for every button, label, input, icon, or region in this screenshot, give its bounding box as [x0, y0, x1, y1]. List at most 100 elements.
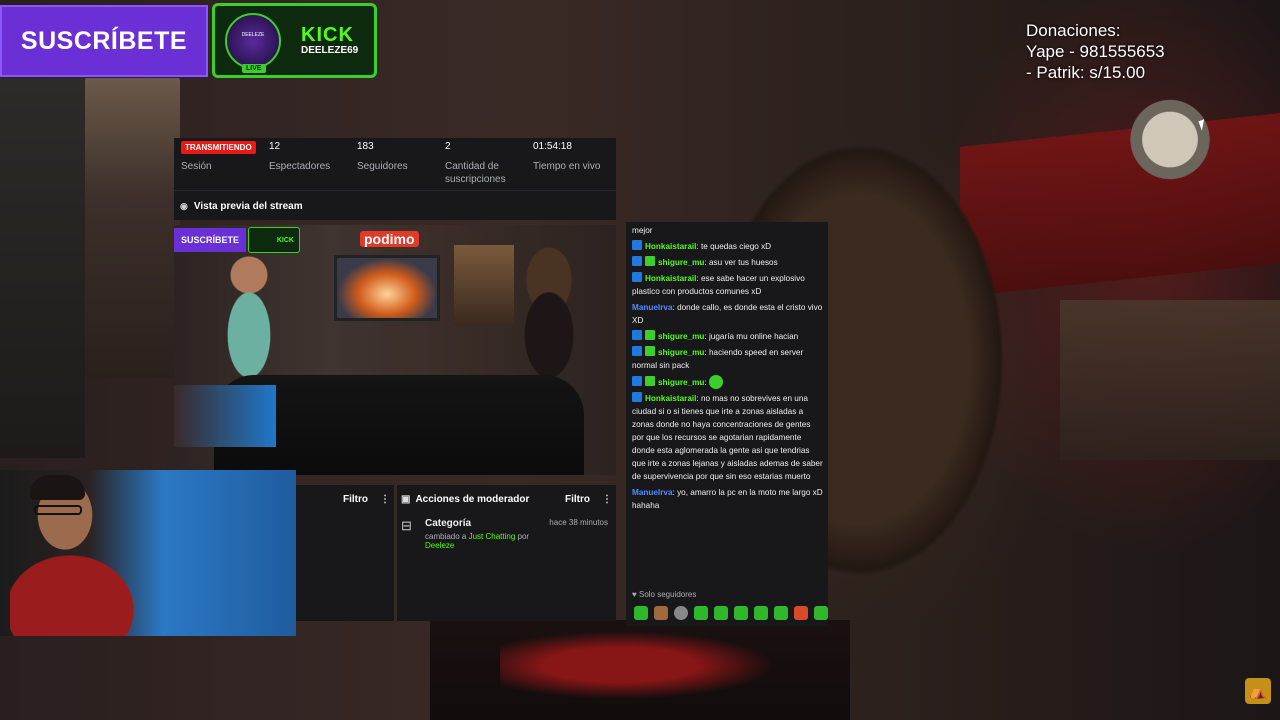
streamer-glasses	[34, 505, 82, 515]
stat-subscriptions: 2 Cantidad de suscripciones	[438, 138, 526, 190]
stat-live-time: 01:54:18 Tiempo en vivo	[526, 138, 614, 190]
chat-message: shigure_mu: jugaría mu online hacian	[632, 330, 824, 343]
chat-username[interactable]: shigure_mu	[658, 258, 704, 267]
chat-message: shigure_mu: haciendo speed en server nor…	[632, 346, 824, 372]
more-options-icon[interactable]: ⋮	[376, 494, 394, 505]
kick-badge-icon	[632, 256, 642, 266]
live-status-badge: TRANSMITIENDO	[181, 141, 256, 154]
preview-kick-badge: KICK	[248, 227, 300, 253]
emote-icon[interactable]	[774, 606, 788, 620]
kick-badge-icon	[632, 376, 642, 386]
chat-panel: mejor Honkaistarail: te quedas ciego xD sh…	[626, 222, 828, 626]
emote-icon[interactable]	[634, 606, 648, 620]
background-wall	[0, 78, 85, 458]
background-shelf	[1060, 300, 1280, 460]
donations-line: - Patrik: s/15.00	[1026, 63, 1146, 82]
mod-event-row: ⊟ Categoría cambiado a Just Chatting por…	[397, 513, 616, 555]
emote-icon[interactable]	[814, 606, 828, 620]
followers-only-notice: ♥ Solo seguidores	[632, 590, 696, 599]
chat-message: Honkaistarail: no mas no sobrevives en u…	[632, 392, 824, 483]
stat-label: Espectadores	[269, 161, 331, 172]
subscriber-badge-icon	[645, 330, 655, 340]
live-badge: LIVE	[242, 63, 266, 73]
emote-icon[interactable]	[714, 606, 728, 620]
avatar-text: DEELEZE	[241, 31, 265, 38]
preview-header: ◉ Vista previa del stream	[174, 191, 616, 221]
avatar: DEELEZE LIVE	[225, 12, 281, 73]
chat-message: mejor	[632, 224, 824, 237]
chat-username[interactable]: Honkaistarail	[645, 242, 696, 251]
chat-username[interactable]: shigure_mu	[658, 332, 704, 341]
shield-icon: ▣	[401, 493, 411, 505]
chat-text: mejor	[632, 226, 653, 235]
more-options-icon[interactable]: ⋮	[598, 494, 616, 505]
stat-label: Cantidad de suscripciones	[445, 161, 506, 185]
moderator-actions-panel: ▣ Acciones de moderador Filtro ⋮ ⊟ Categ…	[397, 485, 616, 621]
stat-followers: 183 Seguidores	[350, 138, 438, 190]
preview-title: Vista previa del stream	[193, 200, 303, 212]
stat-session: TRANSMITIENDO Sesión	[174, 138, 262, 190]
preview-webcam	[174, 385, 276, 447]
emote-icon[interactable]	[754, 606, 768, 620]
chat-message: shigure_mu: asu ver tus huesos	[632, 256, 824, 269]
streamer-webcam	[0, 470, 296, 636]
donations-line: Yape - 981555653	[1026, 42, 1165, 61]
filter-button[interactable]: Filtro	[343, 494, 368, 505]
preview-poster	[454, 245, 514, 325]
kick-logo: KICK	[301, 24, 354, 46]
stat-viewers: 12 Espectadores	[262, 138, 350, 190]
donations-line: Donaciones:	[1026, 21, 1121, 40]
emote-icon[interactable]	[674, 606, 688, 620]
emote-icon[interactable]	[654, 606, 668, 620]
event-text: cambiado a	[425, 532, 467, 541]
eye-icon: ◉	[180, 200, 188, 211]
chat-message-list[interactable]: mejor Honkaistarail: te quedas ciego xD sh…	[626, 222, 828, 512]
stat-value: 2	[445, 141, 451, 152]
emote-icon[interactable]	[734, 606, 748, 620]
chat-message: Honkaistarail: ese sabe hacer un explosi…	[632, 272, 824, 298]
kick-username: DEELEZE69	[301, 45, 359, 56]
stream-preview[interactable]: podimo SUSCRÍBETE KICK	[174, 225, 616, 475]
event-user-link[interactable]: Deeleze	[425, 541, 454, 550]
chat-text: te quedas ciego xD	[700, 242, 772, 251]
subscriber-badge-icon	[645, 256, 655, 266]
kick-badge-icon	[632, 240, 642, 250]
chat-message: Manuelrva: yo, amarro la pc en la moto m…	[632, 486, 824, 512]
chat-username[interactable]: Manuelrva	[632, 488, 673, 497]
moderator-actions-title: Acciones de moderador	[415, 493, 530, 505]
chat-username[interactable]: Manuelrva	[632, 303, 673, 312]
stat-label: Tiempo en vivo	[533, 161, 601, 172]
subscribe-banner: SUSCRÍBETE	[0, 5, 208, 77]
emote-icon[interactable]	[694, 606, 708, 620]
preview-tv	[334, 255, 440, 321]
chat-username[interactable]: Honkaistarail	[645, 394, 696, 403]
stat-label: Seguidores	[357, 161, 408, 172]
donations-text: Donaciones: Yape - 981555653 - Patrik: s…	[1026, 20, 1165, 83]
filter-button[interactable]: Filtro	[565, 494, 590, 505]
chat-username[interactable]: shigure_mu	[658, 378, 704, 387]
chat-username[interactable]: shigure_mu	[658, 348, 704, 357]
kick-badge-icon	[632, 330, 642, 340]
event-text: por	[517, 532, 530, 541]
chat-text: jugaría mu online hacian	[708, 332, 799, 341]
chat-text: no mas no sobrevives en una ciudad si o …	[632, 394, 823, 481]
stats-bar: TRANSMITIENDO Sesión 12 Espectadores 183…	[174, 138, 616, 191]
chat-username[interactable]: Honkaistarail	[645, 274, 696, 283]
stat-value: 12	[269, 141, 281, 152]
stat-label: Sesión	[181, 161, 212, 172]
stat-value: 183	[357, 141, 374, 152]
stat-value: 01:54:18	[533, 141, 572, 152]
kick-badge-icon	[632, 346, 642, 356]
preview-podimo-sign: podimo	[360, 231, 419, 247]
emote-icon[interactable]	[794, 606, 808, 620]
kick-badge-icon	[632, 272, 642, 282]
event-category-link[interactable]: Just Chatting	[469, 532, 516, 541]
chat-message: Manuelrva: donde callo, es donde esta el…	[632, 301, 824, 327]
kick-badge-icon	[632, 392, 642, 402]
emote-icon	[708, 375, 723, 389]
kick-channel-badge: DEELEZE LIVE KICK DEELEZE69	[212, 3, 377, 78]
channel-logo-icon: ⛺	[1245, 678, 1271, 704]
background-skull-art	[1120, 90, 1220, 200]
emote-bar	[634, 606, 828, 620]
stream-dashboard: TRANSMITIENDO Sesión 12 Espectadores 183…	[174, 138, 616, 220]
